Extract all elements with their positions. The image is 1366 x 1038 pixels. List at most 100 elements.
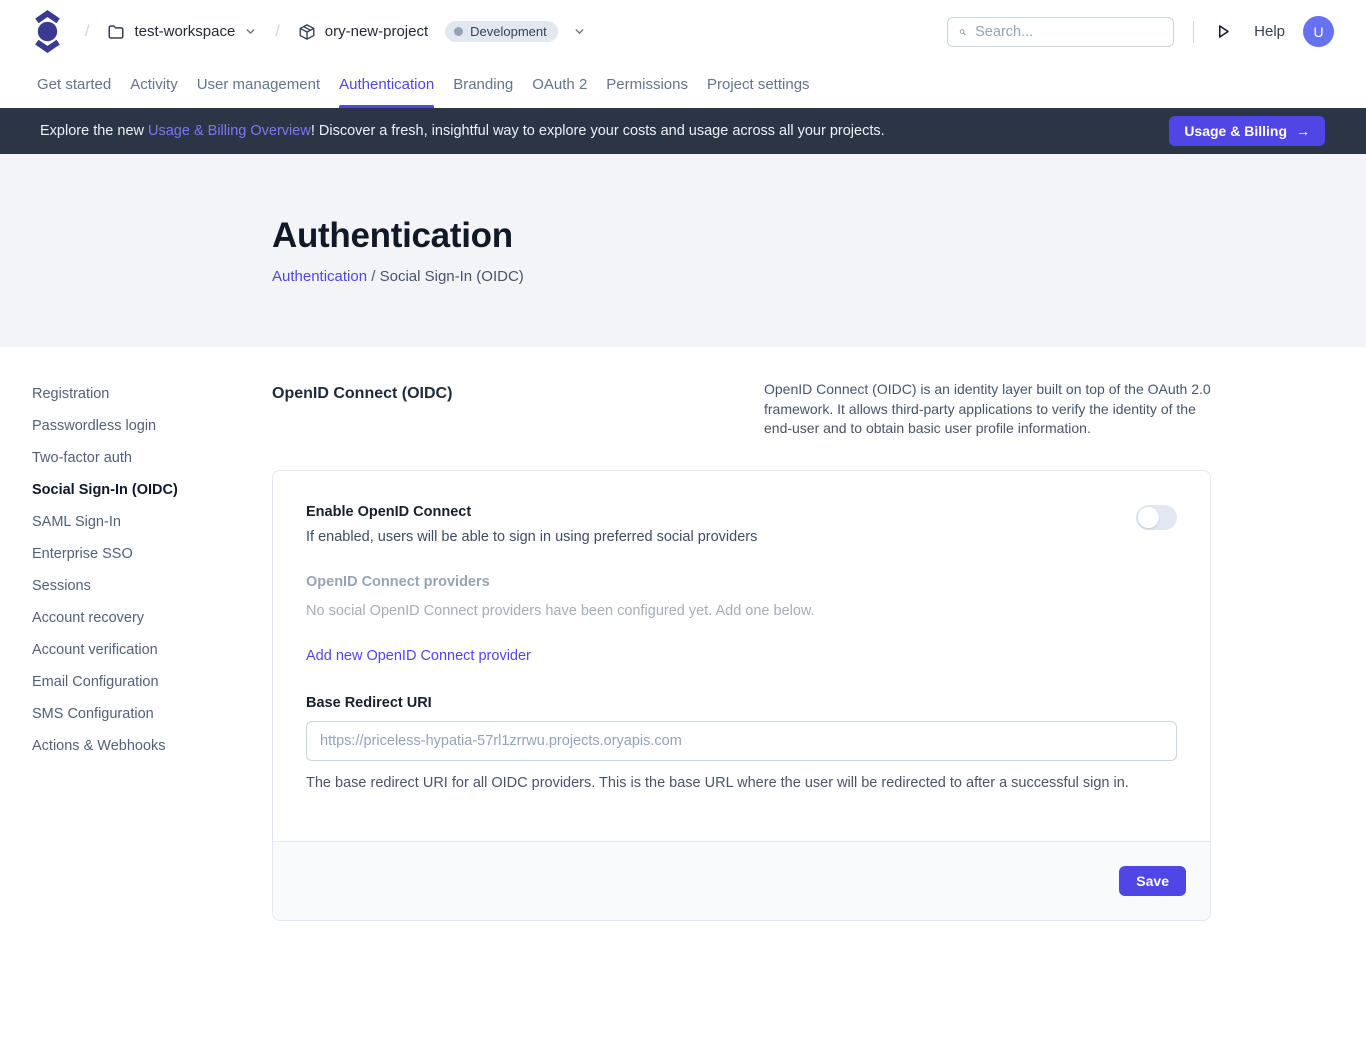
banner-text: Explore the new Usage & Billing Overview…: [40, 123, 885, 139]
nav-tab[interactable]: Project settings: [707, 63, 810, 108]
folder-icon: [107, 23, 125, 41]
page: / test-workspace / ory-new-project Devel…: [0, 0, 1366, 1038]
nav-tab[interactable]: Permissions: [606, 63, 688, 108]
package-icon: [298, 23, 316, 41]
sidebar-item[interactable]: Sessions: [32, 579, 272, 594]
nav-tab[interactable]: Branding: [453, 63, 513, 108]
project-name: ory-new-project: [325, 23, 428, 40]
chevron-down-icon: [573, 25, 586, 38]
banner-text-suffix: ! Discover a fresh, insightful way to ex…: [311, 123, 885, 139]
avatar[interactable]: U: [1303, 16, 1334, 47]
page-title: Authentication: [272, 216, 1366, 256]
help-link[interactable]: Help: [1254, 23, 1285, 40]
sidebar-item-label: Email Configuration: [32, 674, 159, 690]
banner-text-prefix: Explore the new: [40, 123, 148, 139]
ory-logo-icon[interactable]: [32, 10, 63, 53]
usage-billing-overview-link[interactable]: Usage & Billing Overview: [148, 123, 311, 139]
sidebar-item-label: Enterprise SSO: [32, 546, 133, 562]
usage-billing-button[interactable]: Usage & Billing →: [1169, 116, 1325, 146]
settings-sidebar: Registration Passwordless login Two-fact…: [32, 380, 272, 921]
project-selector[interactable]: ory-new-project Development: [298, 21, 586, 42]
search-icon: [959, 24, 966, 40]
hero-section: Authentication Authentication / Social S…: [0, 154, 1366, 347]
usage-billing-banner: Explore the new Usage & Billing Overview…: [0, 108, 1366, 154]
base-redirect-uri-input[interactable]: [306, 721, 1177, 761]
main-panel: OpenID Connect (OIDC) OpenID Connect (OI…: [272, 380, 1211, 921]
content: Registration Passwordless login Two-fact…: [0, 347, 1366, 921]
enable-oidc-row: Enable OpenID Connect If enabled, users …: [306, 504, 1177, 545]
sidebar-item[interactable]: Registration: [32, 387, 272, 402]
nav-tab-label: Get started: [37, 76, 111, 93]
sidebar-item[interactable]: Passwordless login: [32, 419, 272, 434]
breadcrumb-current: Social Sign-In (OIDC): [380, 268, 524, 285]
nav-tab[interactable]: User management: [197, 63, 320, 108]
nav-tab-label: Authentication: [339, 76, 434, 93]
sidebar-item-label: SAML Sign-In: [32, 514, 121, 530]
search-box[interactable]: [947, 17, 1174, 47]
nav-tab-label: OAuth 2: [532, 76, 587, 93]
sidebar-item[interactable]: Account verification: [32, 643, 272, 658]
sidebar-item-label: Account recovery: [32, 610, 144, 626]
project-nav-tabs: Get started Activity User management Aut…: [0, 63, 1366, 108]
card-body: Enable OpenID Connect If enabled, users …: [273, 471, 1210, 841]
play-icon[interactable]: [1213, 22, 1232, 41]
nav-tab[interactable]: OAuth 2: [532, 63, 587, 108]
sidebar-item-label: Account verification: [32, 642, 158, 658]
sidebar-item[interactable]: Social Sign-In (OIDC): [32, 483, 272, 498]
sidebar-item-label: Two-factor auth: [32, 450, 132, 466]
nav-tab-label: Activity: [130, 76, 178, 93]
add-provider-link[interactable]: Add new OpenID Connect provider: [306, 648, 531, 664]
top-header: / test-workspace / ory-new-project Devel…: [0, 0, 1366, 63]
sidebar-item[interactable]: Enterprise SSO: [32, 547, 272, 562]
workspace-selector[interactable]: test-workspace: [107, 23, 257, 41]
sidebar-item[interactable]: SAML Sign-In: [32, 515, 272, 530]
sidebar-item[interactable]: Account recovery: [32, 611, 272, 626]
save-button[interactable]: Save: [1119, 866, 1186, 896]
sidebar-item[interactable]: SMS Configuration: [32, 707, 272, 722]
nav-tab-label: Project settings: [707, 76, 810, 93]
oidc-settings-card: Enable OpenID Connect If enabled, users …: [272, 470, 1211, 921]
sidebar-item-label: SMS Configuration: [32, 706, 154, 722]
arrow-right-icon: →: [1296, 123, 1310, 139]
sidebar-item[interactable]: Two-factor auth: [32, 451, 272, 466]
environment-badge: Development: [445, 21, 558, 42]
card-footer: Save: [273, 841, 1210, 920]
enable-oidc-label: Enable OpenID Connect: [306, 504, 757, 520]
nav-tab-label: Permissions: [606, 76, 688, 93]
sidebar-item[interactable]: Actions & Webhooks: [32, 739, 272, 754]
section-title: OpenID Connect (OIDC): [272, 380, 452, 403]
base-redirect-uri-label: Base Redirect URI: [306, 695, 1177, 711]
environment-label: Development: [470, 24, 547, 39]
sidebar-item-label: Actions & Webhooks: [32, 738, 166, 754]
breadcrumb-separator: /: [367, 268, 380, 285]
sidebar-item-label: Registration: [32, 386, 109, 402]
nav-tab[interactable]: Activity: [130, 63, 178, 108]
chevron-down-icon: [244, 25, 257, 38]
providers-label: OpenID Connect providers: [306, 574, 1177, 590]
sidebar-item-label: Sessions: [32, 578, 91, 594]
enable-oidc-text: Enable OpenID Connect If enabled, users …: [306, 504, 757, 545]
section-description: OpenID Connect (OIDC) is an identity lay…: [764, 380, 1211, 439]
sidebar-item-label: Passwordless login: [32, 418, 156, 434]
nav-tab-label: User management: [197, 76, 320, 93]
providers-empty-message: No social OpenID Connect providers have …: [306, 603, 1177, 619]
nav-tab-label: Branding: [453, 76, 513, 93]
breadcrumb: Authentication / Social Sign-In (OIDC): [272, 268, 1366, 285]
enable-oidc-description: If enabled, users will be able to sign i…: [306, 529, 757, 545]
section-header: OpenID Connect (OIDC) OpenID Connect (OI…: [272, 380, 1211, 439]
base-redirect-uri-help: The base redirect URI for all OIDC provi…: [306, 775, 1177, 791]
sidebar-item-label: Social Sign-In (OIDC): [32, 482, 178, 498]
breadcrumb-separator: /: [85, 23, 89, 41]
nav-tab[interactable]: Get started: [37, 63, 111, 108]
breadcrumb-authentication-link[interactable]: Authentication: [272, 268, 367, 285]
toggle-knob: [1138, 507, 1159, 528]
workspace-name: test-workspace: [134, 23, 235, 40]
header-right: Help U: [947, 16, 1334, 47]
enable-oidc-toggle[interactable]: [1136, 505, 1177, 530]
sidebar-item[interactable]: Email Configuration: [32, 675, 272, 690]
environment-dot-icon: [454, 27, 463, 36]
usage-billing-button-label: Usage & Billing: [1184, 123, 1287, 139]
nav-tab[interactable]: Authentication: [339, 63, 434, 108]
search-input[interactable]: [975, 24, 1162, 40]
breadcrumb-separator: /: [275, 23, 279, 41]
